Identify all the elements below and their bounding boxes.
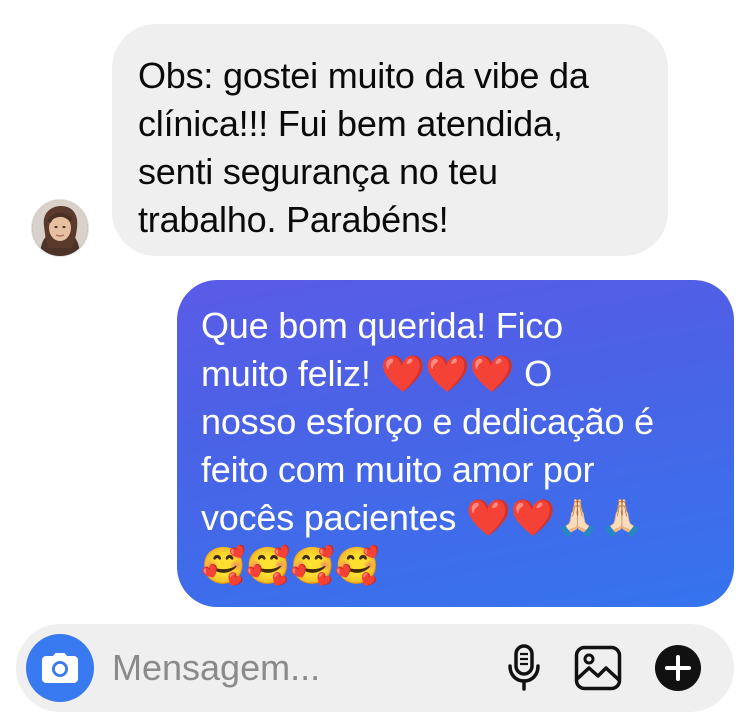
plus-icon — [655, 645, 701, 691]
message-text-line: muito feliz! ❤️❤️❤️ O — [201, 353, 552, 394]
camera-button[interactable] — [26, 634, 94, 702]
message-text-line: feito com muito amor por — [201, 449, 595, 490]
gallery-button[interactable] — [572, 642, 624, 694]
message-text-line: vocês pacientes ❤️❤️🙏🏻🙏🏻 — [201, 497, 645, 538]
incoming-message-bubble[interactable]: Obs: gostei muito da vibe da clínica!!! … — [112, 24, 668, 256]
message-text-line: Obs: gostei muito da vibe da — [138, 55, 589, 96]
outgoing-message-bubble[interactable]: Que bom querida! Fico muito feliz! ❤️❤️❤… — [177, 280, 734, 607]
message-text-line: senti segurança no teu — [138, 151, 498, 192]
message-text-line: 🥰🥰🥰🥰 — [201, 545, 380, 586]
message-text-line: trabalho. Parabéns! — [138, 199, 449, 240]
camera-icon — [42, 653, 78, 683]
message-composer — [16, 624, 734, 712]
message-thread: Obs: gostei muito da vibe da clínica!!! … — [0, 0, 750, 610]
message-text-line: clínica!!! Fui bem atendida, — [138, 103, 563, 144]
gallery-icon — [574, 645, 622, 691]
message-text-line: nosso esforço e dedicação é — [201, 401, 654, 442]
microphone-icon — [508, 644, 540, 691]
add-button[interactable] — [652, 642, 704, 694]
avatar[interactable] — [32, 200, 88, 256]
avatar-photo — [32, 200, 88, 256]
microphone-button[interactable] — [498, 642, 550, 694]
message-input[interactable] — [112, 642, 472, 694]
message-text-line: Que bom querida! Fico — [201, 305, 563, 346]
